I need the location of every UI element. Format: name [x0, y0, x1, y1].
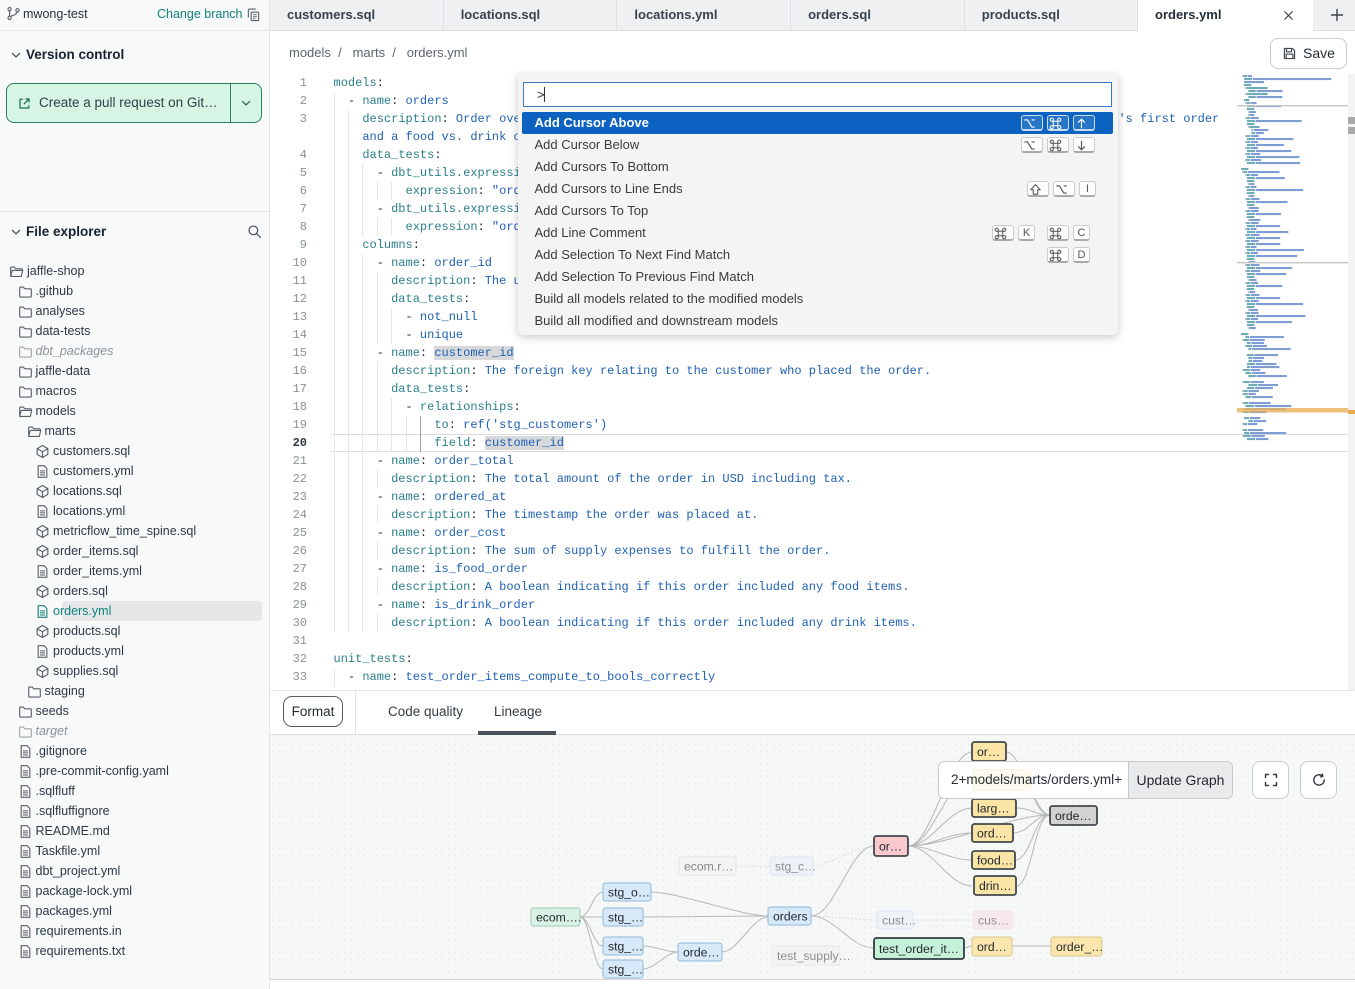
svg-text:orde…: orde… — [1055, 809, 1092, 823]
svg-text:cus…: cus… — [978, 914, 1009, 928]
svg-text:cust…: cust… — [882, 914, 917, 928]
svg-text:orders: orders — [773, 910, 808, 924]
svg-text:stg_…: stg_… — [608, 963, 643, 977]
svg-text:test_order_it…: test_order_it… — [879, 942, 959, 956]
svg-text:order_…: order_… — [1056, 940, 1103, 954]
svg-text:orde…: orde… — [683, 946, 720, 960]
svg-text:ecom.r…: ecom.r… — [684, 860, 733, 874]
svg-text:stg_…: stg_… — [608, 940, 643, 954]
svg-text:food…: food… — [977, 854, 1013, 868]
svg-text:or…: or… — [879, 840, 902, 854]
svg-text:or…: or… — [977, 745, 1000, 759]
svg-text:test_supply…: test_supply… — [777, 949, 851, 963]
svg-text:drin…: drin… — [979, 879, 1012, 893]
svg-text:stg_o…: stg_o… — [608, 886, 650, 900]
svg-text:ecom….: ecom…. — [536, 911, 581, 925]
svg-text:stg_c…: stg_c… — [775, 860, 816, 874]
svg-text:stg_…: stg_… — [608, 911, 643, 925]
svg-text:ord…: ord… — [977, 940, 1007, 954]
svg-text:ord…: ord… — [977, 827, 1007, 841]
svg-text:larg…: larg… — [977, 802, 1010, 816]
